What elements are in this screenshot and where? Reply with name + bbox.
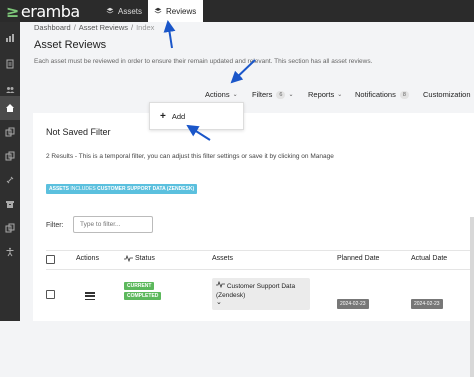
card-title: Not Saved Filter xyxy=(46,127,111,137)
page-title: Asset Reviews xyxy=(34,39,107,51)
notifications-label: Notifications xyxy=(355,90,396,99)
copy-icon xyxy=(5,151,15,161)
sidebar-item-copy-1[interactable] xyxy=(0,120,20,144)
filter-chip[interactable]: ASSETS INCLUDES CUSTOMER SUPPORT DATA (Z… xyxy=(46,184,198,194)
sidebar-item-accessibility[interactable] xyxy=(0,240,20,264)
chevron-down-icon: ⌄ xyxy=(232,92,238,98)
actions-dropdown-menu: + Add xyxy=(149,102,244,130)
pulse-icon xyxy=(124,255,133,262)
filters-count-badge: 6 xyxy=(276,90,286,99)
status-badges: CURRENT COMPLETED xyxy=(124,282,162,302)
menu-item-add-label: Add xyxy=(171,112,186,121)
table-divider xyxy=(46,269,474,270)
brand-name: eramba xyxy=(20,2,80,21)
select-all-checkbox[interactable] xyxy=(46,255,55,264)
reports-button[interactable]: Reports ⌄ xyxy=(308,90,342,99)
tab-reviews-label: Reviews xyxy=(166,6,197,16)
box-icon xyxy=(6,201,14,208)
chevron-down-icon: ⌄ xyxy=(337,92,343,98)
breadcrumb-dashboard[interactable]: Dashboard xyxy=(34,23,71,32)
tab-reviews[interactable]: Reviews xyxy=(148,0,203,22)
asset-cell[interactable]: Customer Support Data (Zendesk) ⌄ xyxy=(212,278,310,310)
column-header-actions[interactable]: Actions xyxy=(76,255,99,262)
copy-icon xyxy=(5,127,15,137)
actions-button[interactable]: Actions ⌄ xyxy=(205,90,238,99)
home-icon xyxy=(6,104,14,112)
checkbox[interactable] xyxy=(46,290,55,299)
sidebar-item-dashboard[interactable] xyxy=(0,26,20,50)
breadcrumb-separator: / xyxy=(130,23,134,32)
sidebar xyxy=(0,22,20,321)
accessibility-icon xyxy=(6,247,14,257)
users-icon xyxy=(6,87,15,93)
tab-assets[interactable]: Assets xyxy=(100,0,148,22)
table-header: Actions Status Assets Planned Date Actua… xyxy=(46,251,474,269)
status-badge-current: CURRENT xyxy=(124,282,155,290)
column-header-actual-date[interactable]: Actual Date xyxy=(411,255,447,262)
document-icon xyxy=(6,59,14,69)
plus-icon: + xyxy=(160,111,166,122)
sidebar-item-box[interactable] xyxy=(0,192,20,216)
breadcrumb-index: Index xyxy=(136,23,155,32)
breadcrumb: Dashboard / Asset Reviews / Index xyxy=(34,23,154,32)
actual-date: 2024-02-23 xyxy=(411,299,443,309)
filter-label: Filter: xyxy=(46,222,64,229)
sidebar-item-copy-2[interactable] xyxy=(0,144,20,168)
link-icon xyxy=(6,176,14,184)
planned-date: 2024-02-23 xyxy=(337,299,369,309)
chevron-down-icon: ⌄ xyxy=(288,92,294,98)
copy-icon xyxy=(5,223,15,233)
row-actions-menu[interactable] xyxy=(85,292,95,300)
status-badge-completed: COMPLETED xyxy=(124,292,162,300)
asset-box[interactable]: Customer Support Data (Zendesk) ⌄ xyxy=(212,278,310,310)
row-checkbox[interactable] xyxy=(46,290,55,299)
customization-label: Customization xyxy=(423,90,471,99)
top-bar: ≥ eramba Assets Reviews xyxy=(0,0,474,22)
filters-label: Filters xyxy=(252,90,273,99)
sidebar-item-home[interactable] xyxy=(0,96,20,120)
filter-chip-field: ASSETS xyxy=(49,186,70,192)
logo-mark-icon: ≥ xyxy=(6,2,19,21)
actions-label: Actions xyxy=(205,90,230,99)
tab-assets-label: Assets xyxy=(118,6,143,16)
chevron-down-icon[interactable]: ⌄ xyxy=(216,299,306,306)
breadcrumb-separator: / xyxy=(73,23,76,32)
notifications-count-badge: 8 xyxy=(399,90,409,99)
sidebar-item-links[interactable] xyxy=(0,168,20,192)
table-row: CURRENT COMPLETED Customer Support Data … xyxy=(46,276,474,316)
filter-info-text: 2 Results - This is a temporal filter, y… xyxy=(46,153,334,160)
notifications-button[interactable]: Notifications 8 xyxy=(355,90,409,99)
customization-button[interactable]: Customization xyxy=(423,90,471,99)
planned-date-cell: 2024-02-23 xyxy=(337,292,369,310)
filter-chip-value: CUSTOMER SUPPORT DATA (ZENDESK) xyxy=(97,186,195,192)
toolbar: Actions ⌄ Filters 6 ⌄ Reports ⌄ Notification… xyxy=(27,84,474,108)
chart-icon xyxy=(6,34,14,42)
column-header-status-label: Status xyxy=(135,255,155,262)
filter-input[interactable] xyxy=(73,216,153,233)
breadcrumb-asset-reviews[interactable]: Asset Reviews xyxy=(79,23,128,32)
sidebar-item-documents[interactable] xyxy=(0,52,20,76)
filter-chip-operator: INCLUDES xyxy=(70,186,96,192)
asset-name: Customer Support Data (Zendesk) xyxy=(216,283,296,299)
filter-card: Not Saved Filter 2 Results - This is a t… xyxy=(33,113,474,377)
column-header-assets[interactable]: Assets xyxy=(212,255,233,262)
filters-button[interactable]: Filters 6 ⌄ xyxy=(252,90,294,99)
hamburger-icon xyxy=(85,292,95,300)
reports-label: Reports xyxy=(308,90,335,99)
column-header-planned-date[interactable]: Planned Date xyxy=(337,255,379,262)
menu-item-add[interactable]: + Add xyxy=(160,111,185,122)
pulse-icon xyxy=(216,280,225,289)
layers-icon xyxy=(106,7,114,14)
column-header-status[interactable]: Status xyxy=(124,255,155,262)
actual-date-cell: 2024-02-23 xyxy=(411,292,443,310)
vertical-scrollbar[interactable] xyxy=(470,217,474,377)
layers-icon xyxy=(154,7,162,14)
brand-logo[interactable]: ≥ eramba xyxy=(6,2,80,21)
sidebar-item-copy-3[interactable] xyxy=(0,216,20,240)
checkbox[interactable] xyxy=(46,255,55,264)
page-description: Each asset must be reviewed in order to … xyxy=(34,58,373,65)
